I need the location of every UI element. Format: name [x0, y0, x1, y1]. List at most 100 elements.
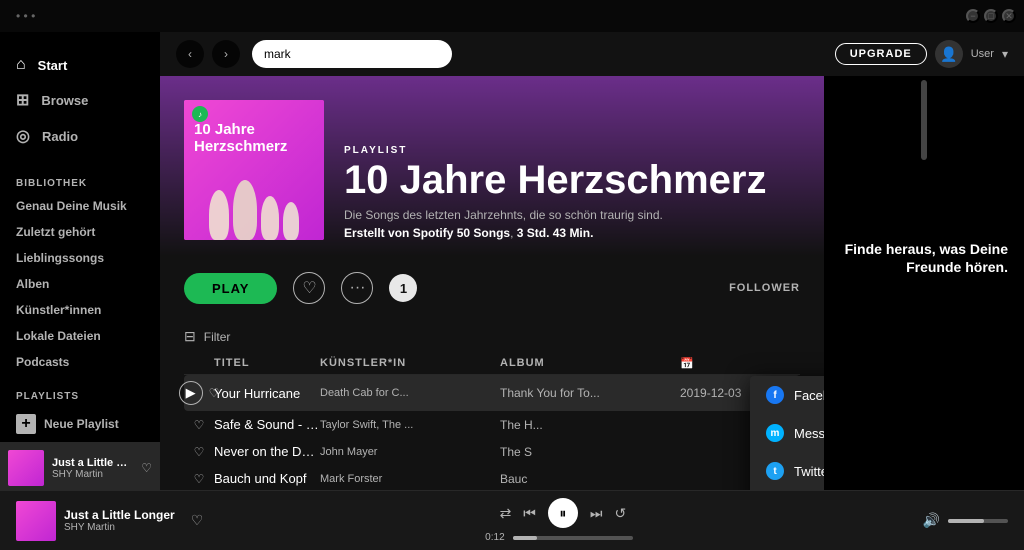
- song-count: 50 Songs: [457, 226, 510, 240]
- row-controls: ♡: [184, 418, 214, 432]
- volume-fill: [948, 519, 984, 523]
- col-album: ALBUM: [500, 357, 680, 370]
- sidebar-item-radio-label: Radio: [42, 129, 78, 144]
- home-icon: ⌂: [16, 56, 26, 74]
- upgrade-button[interactable]: UPGRADE: [835, 43, 927, 65]
- new-playlist-button[interactable]: + Neue Playlist: [0, 406, 160, 442]
- share-messenger[interactable]: m Messenger: [750, 414, 824, 452]
- user-avatar[interactable]: 👤: [935, 40, 963, 68]
- previous-button[interactable]: ⏮: [523, 505, 536, 522]
- row-heart-icon[interactable]: ♡: [194, 418, 205, 432]
- bottom-player: Just a Little Longer SHY Martin ♡ ⇄ ⏮ ⏸ …: [0, 490, 1024, 550]
- new-playlist-label: Neue Playlist: [44, 417, 119, 431]
- track-name: Your Hurricane: [214, 386, 300, 401]
- sidebar-link-alben[interactable]: Alben: [0, 271, 160, 297]
- scrollbar[interactable]: [921, 80, 927, 160]
- sidebar-section-playlists: PLAYLISTS: [0, 375, 160, 406]
- shuffle-button[interactable]: ⇄: [500, 505, 512, 522]
- track-artist: Mark Forster: [320, 473, 500, 485]
- twitter-label: Twitter: [794, 464, 824, 479]
- duration: 3 Std. 43 Min.: [517, 226, 594, 240]
- share-facebook[interactable]: f Facebook: [750, 376, 824, 414]
- sidebar-item-browse-label: Browse: [41, 93, 88, 108]
- sidebar-link-zuletzt[interactable]: Zuletzt gehört: [0, 219, 160, 245]
- player-track-title: Just a Little Longer: [64, 508, 175, 522]
- maximize-button[interactable]: □: [984, 9, 998, 23]
- table-header: TITEL KÜNSTLER*IN ALBUM 📅: [184, 353, 800, 375]
- nav-arrows: ‹ ›: [176, 40, 240, 68]
- col-artist: KÜNSTLER*IN: [320, 357, 500, 370]
- player-right-controls: 🔊: [923, 512, 1008, 529]
- player-album-art: [16, 501, 56, 541]
- track-album: Thank You for To...: [500, 386, 680, 400]
- spotify-logo: ♪: [192, 106, 208, 122]
- playlist-header: ♪ 10 JahreHerzschmerz PLAYLIST: [160, 76, 824, 256]
- play-button[interactable]: PLAY: [184, 273, 277, 304]
- facebook-label: Facebook: [794, 388, 824, 403]
- row-controls: ♡: [184, 472, 214, 486]
- player-heart-button[interactable]: ♡: [191, 512, 204, 529]
- now-playing-bar[interactable]: Just a Little Longer SHY Martin ♡: [0, 442, 160, 490]
- username-label: User: [971, 48, 994, 60]
- facebook-icon: f: [766, 386, 784, 404]
- action-bar: PLAY ♡ ··· 1 FOLLOWER: [160, 256, 824, 320]
- sidebar-item-start-label: Start: [38, 58, 68, 73]
- progress-bar[interactable]: [513, 536, 633, 540]
- track-table: ⊟ Filter TITEL KÜNSTLER*IN ALBUM 📅: [160, 320, 824, 490]
- main-scroll-area[interactable]: ♪ 10 JahreHerzschmerz PLAYLIST: [160, 76, 824, 490]
- playlist-title: 10 Jahre Herzschmerz: [344, 160, 800, 200]
- track-album: Bauc: [500, 472, 680, 486]
- table-row[interactable]: ♡ Never on the Day You Leave John Mayer …: [184, 438, 800, 465]
- minimize-button[interactable]: −: [966, 9, 980, 23]
- sidebar-item-radio[interactable]: ◎ Radio: [8, 118, 152, 154]
- heart-sidebar-icon[interactable]: ♡: [141, 461, 152, 475]
- share-twitter[interactable]: t Twitter: [750, 452, 824, 490]
- cover-title: 10 JahreHerzschmerz: [194, 122, 287, 155]
- playlist-meta: PLAYLIST 10 Jahre Herzschmerz Die Songs …: [344, 145, 800, 240]
- repeat-button[interactable]: ↺: [615, 505, 627, 522]
- messenger-icon: m: [766, 424, 784, 442]
- dropdown-arrow-icon[interactable]: ▾: [1002, 47, 1008, 61]
- browse-icon: ⊞: [16, 90, 29, 110]
- vase-decoration: [184, 160, 324, 240]
- playlist-info: Erstellt von Spotify 50 Songs, 3 Std. 43…: [344, 226, 800, 240]
- forward-button[interactable]: ›: [212, 40, 240, 68]
- playlist-description: Die Songs des letzten Jahrzehnts, die so…: [344, 208, 800, 222]
- sidebar-link-lieblings[interactable]: Lieblingssongs: [0, 245, 160, 271]
- sidebar-item-start[interactable]: ⌂ Start: [8, 48, 152, 82]
- row-heart-icon[interactable]: ♡: [194, 472, 205, 486]
- player-track-artist: SHY Martin: [64, 522, 175, 533]
- now-playing-thumb: [8, 450, 44, 486]
- sidebar-link-podcasts[interactable]: Podcasts: [0, 349, 160, 375]
- like-button[interactable]: ♡: [293, 272, 325, 304]
- filter-row: ⊟ Filter: [184, 320, 800, 353]
- back-button[interactable]: ‹: [176, 40, 204, 68]
- search-input[interactable]: [252, 40, 452, 68]
- row-heart-icon[interactable]: ♡: [194, 445, 205, 459]
- row-controls: ♡: [184, 445, 214, 459]
- sidebar-item-browse[interactable]: ⊞ Browse: [8, 82, 152, 118]
- track-name-col: Bauch und Kopf: [214, 471, 320, 486]
- playlist-cover: ♪ 10 JahreHerzschmerz: [184, 100, 324, 240]
- sidebar-link-genau[interactable]: Genau Deine Musik: [0, 193, 160, 219]
- sidebar-section-bibliothek: BIBLIOTHEK: [0, 162, 160, 193]
- social-share-menu: f Facebook m Messenger t Twitter ✈: [750, 376, 824, 490]
- sidebar-link-lokal[interactable]: Lokale Dateien: [0, 323, 160, 349]
- next-button[interactable]: ⏭: [590, 505, 603, 522]
- follower-label: FOLLOWER: [729, 282, 800, 294]
- more-options-button[interactable]: ···: [341, 272, 373, 304]
- table-row[interactable]: ♡ Bauch und Kopf Mark Forster Bauc ···: [184, 465, 800, 490]
- track-album: The H...: [500, 418, 680, 432]
- content-area: ‹ › UPGRADE 👤 User ▾: [160, 32, 1024, 490]
- row-play-button[interactable]: ▶: [179, 381, 203, 405]
- table-row[interactable]: ♡ Safe & Sound - from The Hunger Games .…: [184, 411, 800, 438]
- created-by-label: Erstellt von: [344, 226, 409, 240]
- volume-bar[interactable]: [948, 519, 1008, 523]
- track-name: Safe & Sound - from The Hunger Games ...: [214, 417, 320, 432]
- top-nav: ‹ › UPGRADE 👤 User ▾: [160, 32, 1024, 76]
- player-play-button[interactable]: ⏸: [548, 498, 578, 528]
- sidebar-link-künstler[interactable]: Künstler*innen: [0, 297, 160, 323]
- filter-label: Filter: [204, 330, 231, 344]
- table-row[interactable]: ▶ ♡ Your Hurricane Death Cab for C... Th…: [184, 375, 800, 411]
- close-button[interactable]: ✕: [1002, 9, 1016, 23]
